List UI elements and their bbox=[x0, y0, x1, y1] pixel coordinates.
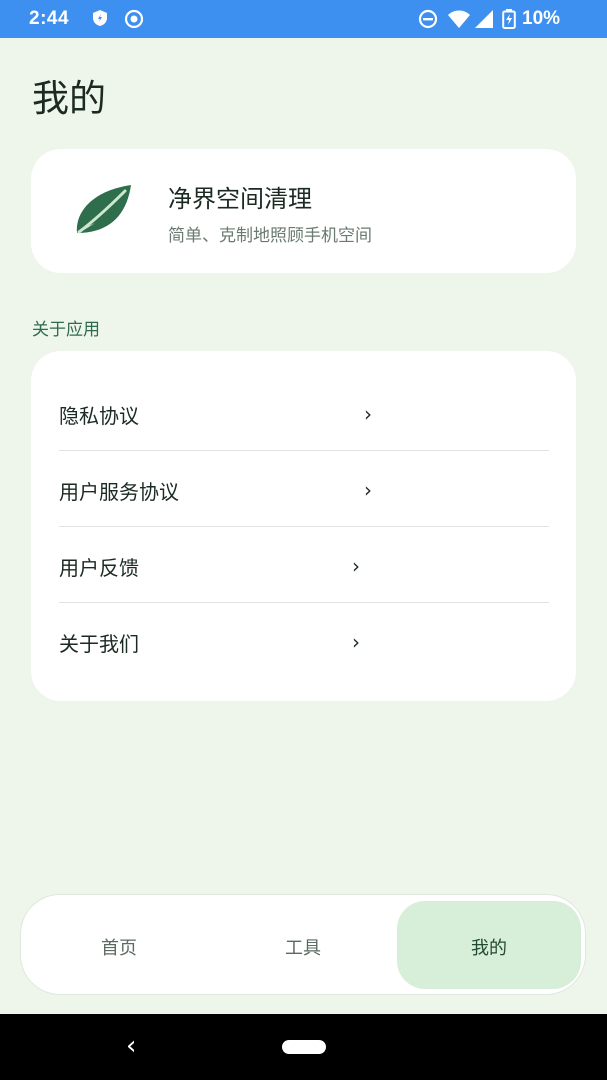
divider bbox=[59, 450, 549, 451]
menu-item-user-feedback[interactable]: 用户反馈 › bbox=[59, 528, 549, 603]
menu-item-label: 用户反馈 bbox=[59, 556, 139, 580]
tab-home[interactable]: 首页 bbox=[29, 895, 209, 994]
menu-item-label: 关于我们 bbox=[59, 632, 139, 656]
back-icon[interactable]: ‹ bbox=[126, 1031, 136, 1061]
app-tagline: 简单、克制地照顾手机空间 bbox=[168, 226, 372, 246]
status-time: 2:44 bbox=[29, 8, 70, 29]
chevron-right-icon: › bbox=[352, 554, 360, 578]
do-not-disturb-icon bbox=[418, 9, 438, 34]
menu-item-label: 隐私协议 bbox=[59, 404, 139, 428]
system-navigation-bar: ‹ bbox=[0, 1014, 607, 1080]
wifi-icon bbox=[447, 9, 471, 34]
menu-item-about-us[interactable]: 关于我们 › bbox=[59, 604, 549, 679]
home-pill[interactable] bbox=[282, 1040, 326, 1054]
leaf-icon bbox=[73, 183, 133, 241]
divider bbox=[59, 526, 549, 527]
status-bar: 2:44 10% bbox=[0, 0, 607, 38]
record-icon bbox=[124, 9, 144, 34]
page-title: 我的 bbox=[32, 77, 106, 120]
section-label-about-app: 关于应用 bbox=[32, 320, 100, 340]
menu-item-user-service-agreement[interactable]: 用户服务协议 › bbox=[59, 452, 549, 527]
tab-label: 我的 bbox=[471, 938, 507, 959]
chevron-right-icon: › bbox=[364, 402, 372, 426]
tab-label: 首页 bbox=[101, 938, 137, 959]
chevron-right-icon: › bbox=[364, 478, 372, 502]
bottom-navigation: 首页 工具 我的 bbox=[20, 894, 586, 995]
menu-item-label: 用户服务协议 bbox=[59, 480, 179, 504]
shield-icon bbox=[92, 9, 108, 32]
about-menu-card: 隐私协议 › 用户服务协议 › 用户反馈 › 关于我们 › bbox=[31, 351, 576, 701]
menu-item-privacy-policy[interactable]: 隐私协议 › bbox=[59, 376, 549, 451]
tab-mine[interactable]: 我的 bbox=[397, 901, 581, 989]
tab-label: 工具 bbox=[285, 938, 321, 959]
app-info-card: 净界空间清理 简单、克制地照顾手机空间 bbox=[31, 149, 576, 273]
app-name: 净界空间清理 bbox=[168, 185, 312, 213]
battery-charging-icon bbox=[502, 9, 516, 34]
chevron-right-icon: › bbox=[352, 630, 360, 654]
signal-icon bbox=[474, 9, 494, 34]
tab-tools[interactable]: 工具 bbox=[213, 895, 393, 994]
battery-percentage: 10% bbox=[522, 8, 561, 29]
divider bbox=[59, 602, 549, 603]
